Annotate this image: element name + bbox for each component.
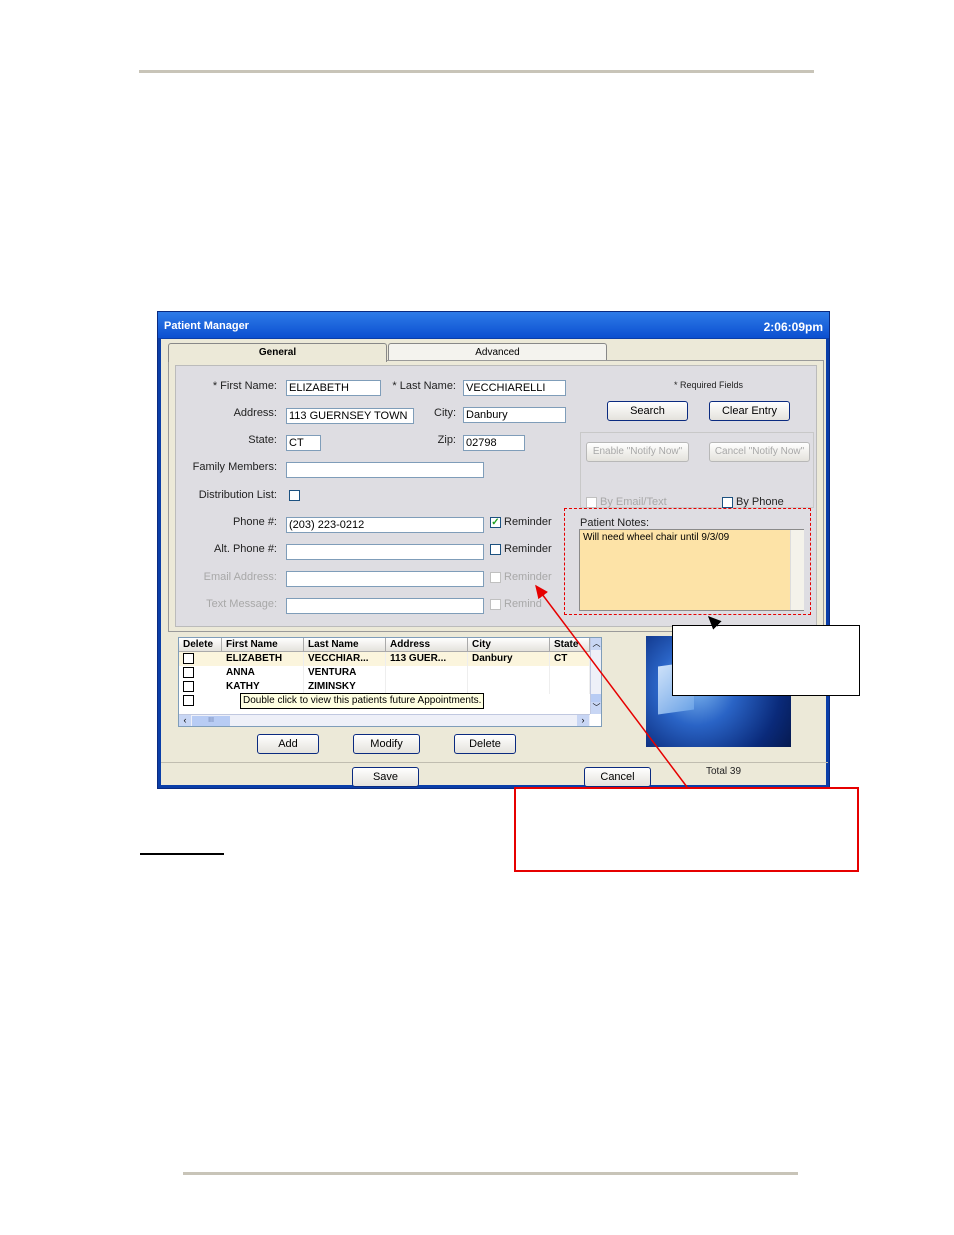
col-first-name-header[interactable]: First Name: [222, 638, 304, 652]
patient-list-grid[interactable]: Delete First Name Last Name Address City…: [178, 637, 602, 727]
grid-vertical-scrollbar[interactable]: ︿ ﹀: [590, 638, 601, 714]
cell-state: CT: [550, 652, 590, 666]
chevron-right-icon[interactable]: ›: [577, 715, 589, 726]
phone-label: Phone #:: [232, 516, 277, 528]
cancel-notify-now-button: Cancel "Notify Now": [709, 442, 810, 462]
cell-last-name: ZIMINSKY: [304, 680, 386, 694]
required-fields-note: * Required Fields: [674, 380, 744, 390]
by-email-text-label: By Email/Text: [600, 496, 667, 508]
cell-city: Danbury: [468, 652, 550, 666]
email-label: Email Address:: [203, 571, 277, 583]
bottom-divider: [161, 762, 828, 763]
phone-input[interactable]: (203) 223-0212: [286, 517, 484, 533]
first-name-input[interactable]: ELIZABETH: [286, 380, 381, 396]
grid-horizontal-scrollbar[interactable]: ‹ III ›: [179, 714, 590, 726]
tab-general[interactable]: General: [168, 343, 387, 362]
state-label: State:: [248, 434, 277, 446]
row-delete-checkbox[interactable]: [183, 667, 194, 678]
last-name-label: * Last Name:: [392, 380, 456, 392]
clear-entry-button[interactable]: Clear Entry: [709, 401, 790, 421]
row-delete-checkbox[interactable]: [183, 681, 194, 692]
delete-button[interactable]: Delete: [454, 734, 516, 754]
enable-notify-now-button: Enable "Notify Now": [586, 442, 689, 462]
state-input[interactable]: CT: [286, 435, 321, 451]
cell-last-name: VENTURA: [304, 666, 386, 680]
cell-address: [386, 680, 468, 694]
grid-tooltip: Double click to view this patients futur…: [240, 693, 485, 709]
alt-phone-reminder-checkbox[interactable]: [490, 544, 501, 555]
notes-callout-box: [672, 625, 860, 696]
phone-reminder-checkbox[interactable]: ✓: [490, 517, 501, 528]
heading-underline: [140, 853, 224, 855]
window-title: Patient Manager: [164, 320, 249, 332]
cell-address: 113 GUER...: [386, 652, 468, 666]
col-delete-header[interactable]: Delete: [179, 638, 222, 652]
cell-address: [386, 666, 468, 680]
phone-reminder-label: Reminder: [504, 516, 552, 528]
total-count: Total 39: [706, 766, 742, 777]
email-reminder-checkbox: [490, 572, 501, 583]
save-button[interactable]: Save: [352, 767, 419, 787]
email-reminder-label: Reminder: [504, 571, 552, 583]
zip-label: Zip:: [437, 434, 456, 446]
header-rule: [139, 70, 814, 73]
text-message-input[interactable]: [286, 598, 484, 614]
zip-input[interactable]: 02798: [463, 435, 525, 451]
cancel-button[interactable]: Cancel: [584, 767, 651, 787]
distribution-list-checkbox[interactable]: [289, 490, 300, 501]
cell-first-name: ANNA: [222, 666, 304, 680]
chevron-up-icon[interactable]: ︿: [591, 638, 601, 650]
city-input[interactable]: Danbury: [463, 407, 566, 423]
table-row[interactable]: KATHY ZIMINSKY: [179, 680, 590, 694]
first-name-label: * First Name:: [212, 380, 277, 392]
address-label: Address:: [233, 407, 277, 419]
by-email-text-checkbox: [586, 497, 597, 508]
col-address-header[interactable]: Address: [386, 638, 468, 652]
title-bar: Patient Manager 2:06:09pm: [158, 312, 829, 338]
cell-first-name: KATHY: [222, 680, 304, 694]
footer-rule: [183, 1172, 798, 1175]
email-input[interactable]: [286, 571, 484, 587]
alt-phone-input[interactable]: [286, 544, 484, 560]
col-state-header[interactable]: State: [550, 638, 590, 652]
by-phone-checkbox[interactable]: [722, 497, 733, 508]
family-members-input[interactable]: [286, 462, 484, 478]
family-members-label: Family Members:: [192, 461, 277, 473]
col-last-name-header[interactable]: Last Name: [304, 638, 386, 652]
add-button[interactable]: Add: [257, 734, 319, 754]
chevron-left-icon[interactable]: ‹: [179, 715, 191, 726]
reminder-callout-box: [514, 787, 859, 872]
text-message-label: Text Message:: [206, 598, 277, 610]
last-name-input[interactable]: VECCHIARELLI: [463, 380, 566, 396]
alt-phone-reminder-label: Reminder: [504, 543, 552, 555]
by-phone-label: By Phone: [736, 496, 784, 508]
table-row[interactable]: ANNA VENTURA: [179, 666, 590, 680]
search-button[interactable]: Search: [607, 401, 688, 421]
text-reminder-label: Remind: [504, 598, 542, 610]
alt-phone-label: Alt. Phone #:: [214, 543, 277, 555]
cell-city: [468, 666, 550, 680]
city-label: City:: [434, 407, 456, 419]
tab-advanced[interactable]: Advanced: [388, 343, 607, 361]
row-delete-checkbox[interactable]: [183, 695, 194, 706]
clock-display: 2:06:09pm: [763, 320, 823, 334]
cell-last-name: VECCHIAR...: [304, 652, 386, 666]
modify-button[interactable]: Modify: [353, 734, 420, 754]
distribution-list-label: Distribution List:: [198, 489, 277, 501]
grid-scroll-thumb[interactable]: [591, 694, 601, 702]
table-row[interactable]: ELIZABETH VECCHIAR... 113 GUER... Danbur…: [179, 652, 590, 666]
grid-hscroll-thumb[interactable]: III: [192, 716, 230, 726]
cell-first-name: ELIZABETH: [222, 652, 304, 666]
address-input[interactable]: 113 GUERNSEY TOWN: [286, 408, 414, 424]
cell-state: [550, 680, 590, 694]
row-delete-checkbox[interactable]: [183, 653, 194, 664]
cell-city: [468, 680, 550, 694]
cell-state: [550, 666, 590, 680]
col-city-header[interactable]: City: [468, 638, 550, 652]
chevron-down-icon[interactable]: ﹀: [591, 702, 601, 714]
notes-highlight-box: [564, 508, 811, 615]
text-reminder-checkbox: [490, 599, 501, 610]
